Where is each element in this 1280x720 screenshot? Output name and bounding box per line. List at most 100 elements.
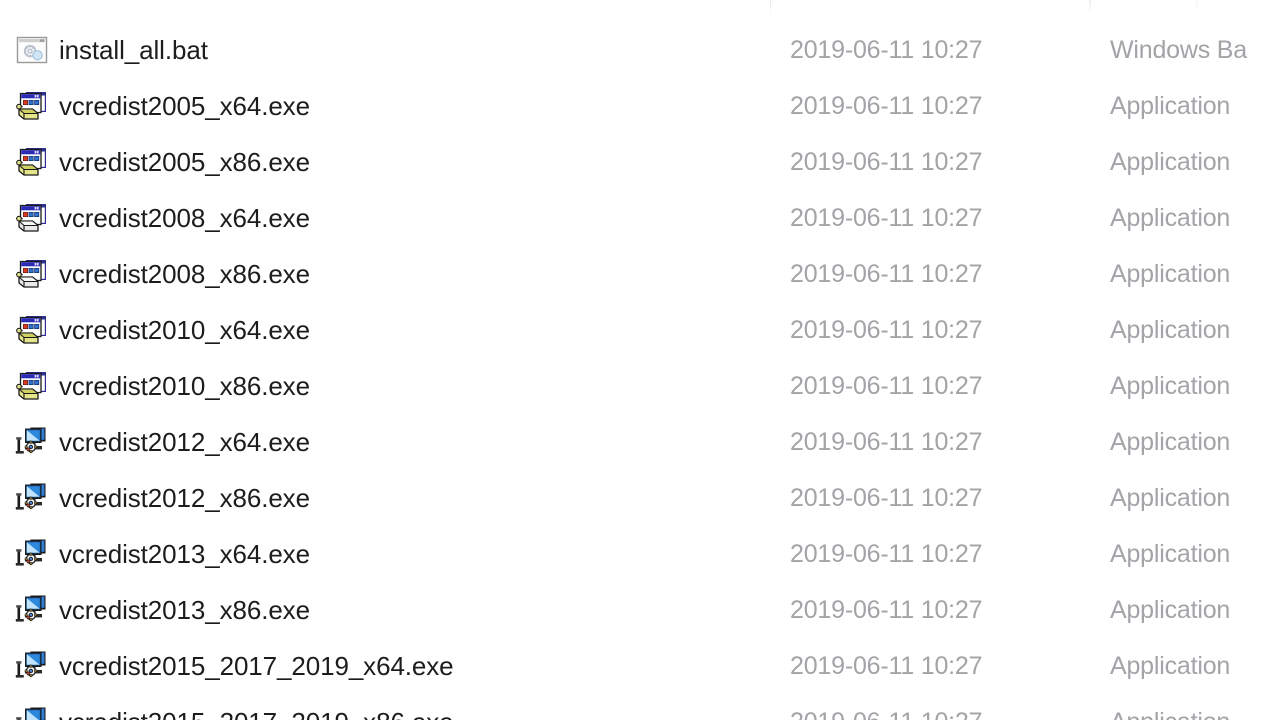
file-type-label: Application [1110,596,1231,624]
file-type-label: Application [1110,372,1231,400]
file-type-cell: Application [1110,638,1230,694]
file-type-cell: Application [1110,694,1230,720]
file-type-cell: Application [1110,414,1230,470]
date-modified-label: 2019-06-11 10:27 [790,92,983,120]
legacy-installer-white-icon [15,257,49,291]
file-name-cell[interactable]: vcredist2015_2017_2019_x64.exe [0,638,770,694]
file-type-cell: Application [1110,246,1230,302]
date-modified-cell: 2019-06-11 10:27 [790,414,983,470]
file-type-label: Application [1110,92,1231,120]
date-modified-cell: 2019-06-11 10:27 [790,246,983,302]
file-type-label: Windows Ba [1110,36,1247,64]
file-type-label: Application [1110,707,1230,720]
file-name-cell[interactable]: vcredist2012_x64.exe [0,414,770,470]
date-modified-label: 2019-06-11 10:27 [790,652,983,680]
file-type-label: Application [1110,428,1231,456]
table-row[interactable]: vcredist2015_2017_2019_x86.exe 2019-06-11… [0,694,1280,720]
table-row[interactable]: install_all.bat 2019-06-11 10:27 Windows B… [0,22,1280,78]
date-modified-label: 2019-06-11 10:27 [790,260,983,288]
file-name-cell[interactable]: vcredist2008_x86.exe [0,246,770,302]
table-row[interactable]: vcredist2008_x64.exe 2019-06-11 10:27 Appl… [0,190,1280,246]
table-row[interactable]: vcredist2010_x86.exe 2019-06-11 10:27 Appl… [0,358,1280,414]
date-modified-cell: 2019-06-11 10:27 [790,134,983,190]
table-row[interactable]: vcredist2008_x86.exe 2019-06-11 10:27 Appl… [0,246,1280,302]
file-name-label: vcredist2010_x64.exe [59,315,310,345]
column-divider-type-end[interactable] [1196,0,1198,14]
file-name-cell[interactable]: vcredist2008_x64.exe [0,190,770,246]
msi-setup-icon [15,537,49,571]
date-modified-label: 2019-06-11 10:27 [790,484,983,512]
table-row[interactable]: vcredist2010_x64.exe 2019-06-11 10:27 Appl… [0,302,1280,358]
file-name-cell[interactable]: vcredist2013_x64.exe [0,526,770,582]
file-name-label: vcredist2008_x86.exe [59,259,310,289]
file-name-label: vcredist2012_x64.exe [59,427,310,457]
file-type-cell: Application [1110,470,1230,526]
file-name-label: vcredist2012_x86.exe [59,483,310,513]
date-modified-label: 2019-06-11 10:27 [790,596,983,624]
date-modified-cell: 2019-06-11 10:27 [790,358,983,414]
file-name-cell[interactable]: vcredist2005_x64.exe [0,78,770,134]
file-name-cell[interactable]: vcredist2015_2017_2019_x86.exe [0,694,770,720]
table-row[interactable]: vcredist2013_x86.exe 2019-06-11 10:27 Appl… [0,582,1280,638]
table-row[interactable]: vcredist2013_x64.exe 2019-06-11 10:27 Appl… [0,526,1280,582]
date-modified-cell: 2019-06-11 10:27 [790,470,983,526]
file-type-cell: Application [1110,134,1230,190]
file-type-cell: Application [1110,526,1230,582]
date-modified-label: 2019-06-11 10:27 [790,36,983,64]
file-name-label: vcredist2010_x86.exe [59,371,310,401]
column-divider-date-type[interactable] [1089,0,1091,14]
file-type-cell: Application [1110,190,1230,246]
file-name-cell[interactable]: vcredist2010_x64.exe [0,302,770,358]
file-type-cell: Windows Ba [1110,22,1247,78]
file-name-cell[interactable]: vcredist2005_x86.exe [0,134,770,190]
legacy-installer-yellow-icon [15,369,49,403]
bat-script-icon [15,33,49,67]
file-type-label: Application [1110,484,1231,512]
date-modified-label: 2019-06-11 10:27 [790,707,983,720]
file-name-label: vcredist2013_x64.exe [59,539,310,569]
date-modified-label: 2019-06-11 10:27 [790,148,983,176]
file-name-label: vcredist2008_x64.exe [59,203,310,233]
file-type-label: Application [1110,260,1231,288]
date-modified-cell: 2019-06-11 10:27 [790,78,983,134]
file-list-view: install_all.bat 2019-06-11 10:27 Windows B… [0,0,1280,720]
column-divider-name-date[interactable] [770,0,771,14]
file-rows: install_all.bat 2019-06-11 10:27 Windows B… [0,22,1280,720]
file-name-label: vcredist2015_2017_2019_x64.exe [59,651,454,681]
date-modified-label: 2019-06-11 10:27 [790,316,983,344]
date-modified-cell: 2019-06-11 10:27 [790,694,983,720]
date-modified-cell: 2019-06-11 10:27 [790,526,983,582]
legacy-installer-yellow-icon [15,145,49,179]
file-name-cell[interactable]: install_all.bat [0,22,770,78]
date-modified-cell: 2019-06-11 10:27 [790,190,983,246]
msi-setup-icon [15,425,49,459]
file-name-cell[interactable]: vcredist2010_x86.exe [0,358,770,414]
table-row[interactable]: vcredist2012_x64.exe 2019-06-11 10:27 Appl… [0,414,1280,470]
date-modified-label: 2019-06-11 10:27 [790,540,983,568]
date-modified-cell: 2019-06-11 10:27 [790,582,983,638]
file-name-cell[interactable]: vcredist2013_x86.exe [0,582,770,638]
file-type-cell: Application [1110,358,1230,414]
legacy-installer-white-icon [15,201,49,235]
file-type-cell: Application [1110,582,1230,638]
file-type-label: Application [1110,540,1231,568]
msi-setup-icon [15,481,49,515]
table-row[interactable]: vcredist2005_x86.exe 2019-06-11 10:27 Appl… [0,134,1280,190]
file-name-label: vcredist2015_2017_2019_x86.exe [59,707,454,720]
table-row[interactable]: vcredist2015_2017_2019_x64.exe 2019-06-11… [0,638,1280,694]
file-name-label: install_all.bat [59,35,208,65]
file-type-label: Application [1110,316,1231,344]
date-modified-label: 2019-06-11 10:27 [790,372,983,400]
table-row[interactable]: vcredist2005_x64.exe 2019-06-11 10:27 Appl… [0,78,1280,134]
file-name-label: vcredist2005_x64.exe [59,91,310,121]
file-name-cell[interactable]: vcredist2012_x86.exe [0,470,770,526]
file-type-label: Application [1110,204,1231,232]
date-modified-cell: 2019-06-11 10:27 [790,302,983,358]
date-modified-label: 2019-06-11 10:27 [790,428,983,456]
legacy-installer-yellow-icon [15,89,49,123]
date-modified-cell: 2019-06-11 10:27 [790,22,983,78]
date-modified-cell: 2019-06-11 10:27 [790,638,983,694]
file-type-cell: Application [1110,302,1230,358]
table-row[interactable]: vcredist2012_x86.exe 2019-06-11 10:27 Appl… [0,470,1280,526]
msi-setup-icon [15,705,49,720]
